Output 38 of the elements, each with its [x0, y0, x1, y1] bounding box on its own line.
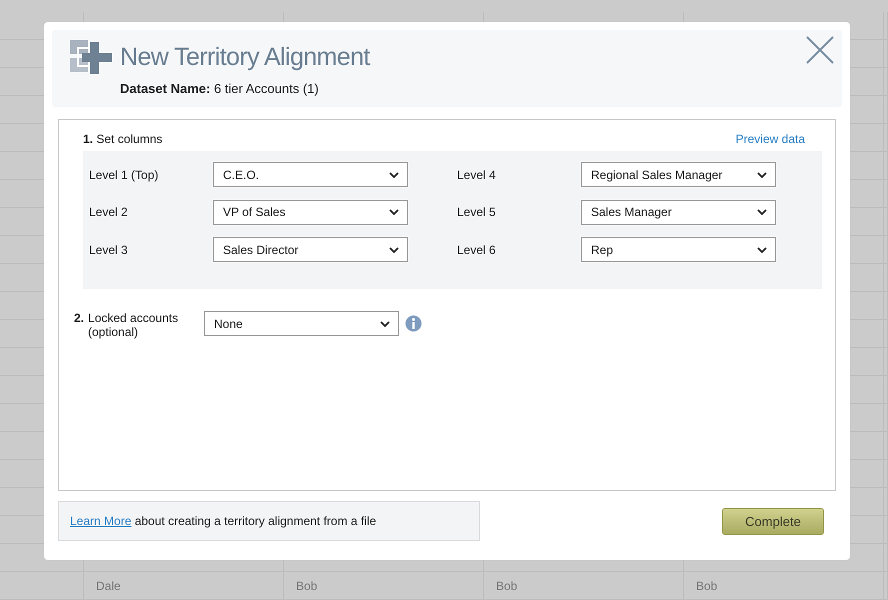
chevron-down-icon [389, 172, 399, 178]
locked-accounts-dropdown[interactable]: None [204, 311, 399, 336]
info-icon[interactable] [405, 315, 422, 332]
step-label: Set columns [96, 132, 162, 146]
chevron-down-icon [380, 320, 390, 326]
learn-more-link[interactable]: Learn More [70, 514, 132, 528]
level-dropdown[interactable]: C.E.O. [213, 162, 408, 187]
level-dropdown[interactable]: Rep [581, 237, 776, 262]
step-number: 1. [83, 132, 94, 146]
close-icon[interactable] [806, 36, 834, 64]
level-label: Level 3 [89, 242, 129, 256]
level-dropdown[interactable]: Sales Director [213, 237, 408, 262]
level-dropdown[interactable]: Sales Manager [581, 200, 776, 224]
level-label: Level 4 [457, 168, 497, 182]
complete-button[interactable]: Complete [722, 508, 824, 534]
level-dropdown[interactable]: VP of Sales [213, 200, 408, 224]
table-cell: Dale [96, 578, 121, 592]
chevron-down-icon [757, 246, 767, 252]
level-label: Level 5 [457, 205, 497, 219]
chevron-down-icon [757, 209, 767, 215]
preview-data-link[interactable]: Preview data [736, 132, 805, 146]
step-number: 2. [74, 311, 84, 327]
table-cell: Bob [296, 578, 318, 592]
table-cell: Bob [496, 578, 518, 592]
table-cell: Bob [696, 578, 718, 592]
dataset-label: Dataset Name: [120, 81, 210, 96]
level-label: Level 1 (Top) [89, 168, 160, 182]
level-label: Level 6 [457, 242, 497, 256]
chevron-down-icon [389, 209, 399, 215]
step-label: Locked accounts (optional) [88, 311, 180, 339]
chevron-down-icon [389, 246, 399, 252]
level-dropdown[interactable]: Regional Sales Manager [581, 162, 776, 187]
dialog-title: New Territory Alignment [120, 42, 370, 72]
level-label: Level 2 [89, 205, 129, 219]
add-grid-icon [70, 40, 112, 74]
dataset-name: 6 tier Accounts (1) [214, 81, 319, 96]
help-text: Learn More about creating a territory alignment from a file [70, 514, 376, 528]
chevron-down-icon [757, 172, 767, 178]
